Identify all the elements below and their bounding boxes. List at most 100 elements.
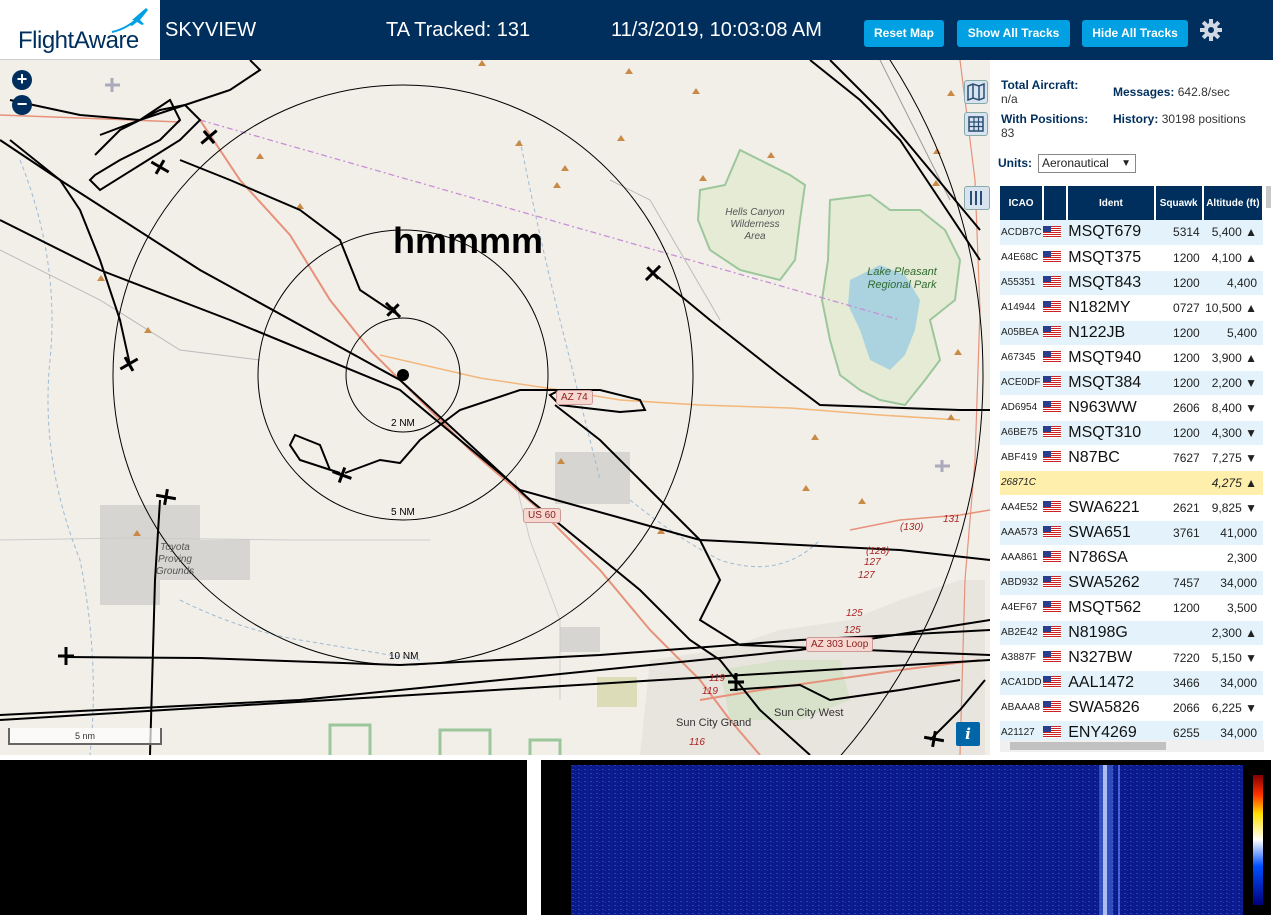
icao-cell: ABF419 bbox=[1000, 445, 1044, 471]
ident-cell: N182MY bbox=[1067, 295, 1155, 321]
road-shield-az74: AZ 74 bbox=[556, 390, 593, 405]
altitude-cell: 10,500 ▲ bbox=[1202, 295, 1263, 321]
with-positions-value: 83 bbox=[1001, 126, 1015, 140]
table-row[interactable]: 26871C 4,275 ▲ bbox=[1000, 470, 1263, 496]
icao-cell: A55351 bbox=[1000, 270, 1044, 296]
table-row[interactable]: A6BE75 MSQT310 1200 4,300 ▼ bbox=[1000, 420, 1263, 446]
units-select[interactable]: Aeronautical ▼ bbox=[1038, 154, 1136, 173]
history-value: 30198 positions bbox=[1161, 112, 1246, 126]
map-layers-icon[interactable] bbox=[964, 80, 988, 104]
altitude-cell: 4,100 ▲ bbox=[1202, 245, 1263, 271]
ident-cell: MSQT384 bbox=[1067, 370, 1155, 396]
waterfall-display bbox=[571, 765, 1263, 915]
flag-cell bbox=[1043, 470, 1068, 496]
column-header-flag[interactable] bbox=[1043, 186, 1069, 220]
icao-cell: ACDB7C bbox=[1000, 220, 1044, 246]
ident-cell: SWA5826 bbox=[1067, 695, 1155, 721]
icao-cell: A14944 bbox=[1000, 295, 1044, 321]
squawk-cell: 7627 bbox=[1154, 445, 1203, 471]
altitude-cell: 5,400 bbox=[1202, 320, 1263, 346]
ident-cell bbox=[1067, 470, 1155, 496]
us-flag-icon bbox=[1043, 626, 1062, 639]
altitude-cell: 2,300 bbox=[1202, 545, 1263, 571]
us-flag-icon bbox=[1043, 276, 1062, 289]
ident-cell: SWA651 bbox=[1067, 520, 1155, 546]
table-row[interactable]: A67345 MSQT940 1200 3,900 ▲ bbox=[1000, 345, 1263, 371]
us-flag-icon bbox=[1043, 526, 1062, 539]
scale-bar: 5 nm bbox=[8, 728, 162, 745]
table-row[interactable]: AD6954 N963WW 2606 8,400 ▼ bbox=[1000, 395, 1263, 421]
ident-cell: MSQT940 bbox=[1067, 345, 1155, 371]
table-row[interactable]: ACE0DF MSQT384 1200 2,200 ▼ bbox=[1000, 370, 1263, 396]
highway-number: 116 bbox=[689, 737, 705, 748]
table-row[interactable]: AAA861 N786SA 2,300 bbox=[1000, 545, 1263, 571]
zoom-out-button[interactable]: − bbox=[12, 95, 32, 115]
zoom-in-button[interactable]: + bbox=[12, 70, 32, 90]
altitude-cell: 9,825 ▼ bbox=[1202, 495, 1263, 521]
table-row[interactable]: ACDB7C MSQT679 5314 5,400 ▲ bbox=[1000, 220, 1263, 246]
table-row[interactable]: AAA573 SWA651 3761 41,000 bbox=[1000, 520, 1263, 546]
vertical-scrollbar[interactable] bbox=[1266, 186, 1271, 208]
scrollbar-thumb[interactable] bbox=[1010, 742, 1166, 750]
squawk-cell: 7457 bbox=[1154, 570, 1203, 596]
table-row[interactable]: ACA1DD AAL1472 3466 34,000 bbox=[1000, 670, 1263, 696]
table-row[interactable]: ABF419 N87BC 7627 7,275 ▼ bbox=[1000, 445, 1263, 471]
table-row[interactable]: A4EF67 MSQT562 1200 3,500 bbox=[1000, 595, 1263, 621]
icao-cell: AAA861 bbox=[1000, 545, 1044, 571]
us-flag-icon bbox=[1043, 726, 1062, 739]
flag-cell bbox=[1043, 670, 1068, 696]
icao-cell: A3887F bbox=[1000, 645, 1044, 671]
table-row[interactable]: A4E68C MSQT375 1200 4,100 ▲ bbox=[1000, 245, 1263, 271]
icao-cell: A4E68C bbox=[1000, 245, 1044, 271]
column-header-icao[interactable]: ICAO bbox=[1000, 186, 1045, 220]
column-header-squawk[interactable]: Squawk bbox=[1154, 186, 1204, 220]
grid-overlay-icon[interactable] bbox=[964, 112, 988, 136]
table-row[interactable]: AB2E42 N8198G 2,300 ▲ bbox=[1000, 620, 1263, 646]
table-row[interactable]: ABAAA8 SWA5826 2066 6,225 ▼ bbox=[1000, 695, 1263, 721]
ta-tracked-count: TA Tracked: 131 bbox=[386, 19, 531, 41]
table-row[interactable]: ABD932 SWA5262 7457 34,000 bbox=[1000, 570, 1263, 596]
squawk-cell: 0727 bbox=[1154, 295, 1203, 321]
top-bar: FlightAware SKYVIEW TA Tracked: 131 11/3… bbox=[0, 0, 1273, 60]
column-header-altitude[interactable]: Altitude (ft) bbox=[1202, 186, 1265, 220]
messages-value: 642.8/sec bbox=[1177, 85, 1230, 99]
flag-cell bbox=[1043, 420, 1068, 446]
info-icon[interactable]: i bbox=[956, 722, 980, 746]
ring-label-5nm: 5 NM bbox=[391, 507, 415, 518]
with-positions-stat: With Positions: 83 bbox=[1001, 112, 1088, 140]
squawk-cell: 2606 bbox=[1154, 395, 1203, 421]
icao-cell: A05BEA bbox=[1000, 320, 1044, 346]
table-row[interactable]: A05BEA N122JB 1200 5,400 bbox=[1000, 320, 1263, 346]
messages-stat: Messages: 642.8/sec bbox=[1113, 85, 1230, 99]
column-header-ident[interactable]: Ident bbox=[1067, 186, 1156, 220]
hide-all-tracks-button[interactable]: Hide All Tracks bbox=[1082, 20, 1188, 47]
table-row[interactable]: A3887F N327BW 7220 5,150 ▼ bbox=[1000, 645, 1263, 671]
altitude-cell: 3,900 ▲ bbox=[1202, 345, 1263, 371]
map-view[interactable]: + − hmmmm 2 NM 5 NM 10 NM AZ 74 US 60 AZ… bbox=[0, 60, 990, 755]
table-row[interactable]: A14944 N182MY 0727 10,500 ▲ bbox=[1000, 295, 1263, 321]
reset-map-button[interactable]: Reset Map bbox=[864, 20, 944, 47]
squawk-cell: 1200 bbox=[1154, 345, 1203, 371]
ident-cell: MSQT562 bbox=[1067, 595, 1155, 621]
flightaware-logo[interactable]: FlightAware bbox=[0, 0, 160, 60]
table-row[interactable]: AA4E52 SWA6221 2621 9,825 ▼ bbox=[1000, 495, 1263, 521]
us-flag-icon bbox=[1043, 551, 1062, 564]
total-aircraft-stat: Total Aircraft: n/a bbox=[1001, 78, 1078, 106]
table-row[interactable]: A55351 MSQT843 1200 4,400 bbox=[1000, 270, 1263, 296]
gear-icon[interactable] bbox=[1199, 18, 1223, 42]
sidebar-toggle-icon[interactable] bbox=[964, 186, 990, 210]
squawk-cell: 5314 bbox=[1154, 220, 1203, 246]
show-all-tracks-button[interactable]: Show All Tracks bbox=[957, 20, 1070, 47]
ident-cell: MSQT310 bbox=[1067, 420, 1155, 446]
us-flag-icon bbox=[1043, 451, 1062, 464]
highway-number: 125 bbox=[844, 625, 861, 636]
squawk-cell bbox=[1154, 470, 1203, 496]
altitude-cell: 5,400 ▲ bbox=[1202, 220, 1263, 246]
us-flag-icon bbox=[1043, 301, 1062, 314]
ring-label-10nm: 10 NM bbox=[389, 651, 419, 662]
horizontal-scrollbar[interactable] bbox=[1000, 740, 1264, 752]
squawk-cell: 2621 bbox=[1154, 495, 1203, 521]
us-flag-icon bbox=[1043, 676, 1062, 689]
with-positions-label: With Positions: bbox=[1001, 112, 1089, 126]
ident-cell: N122JB bbox=[1067, 320, 1155, 346]
